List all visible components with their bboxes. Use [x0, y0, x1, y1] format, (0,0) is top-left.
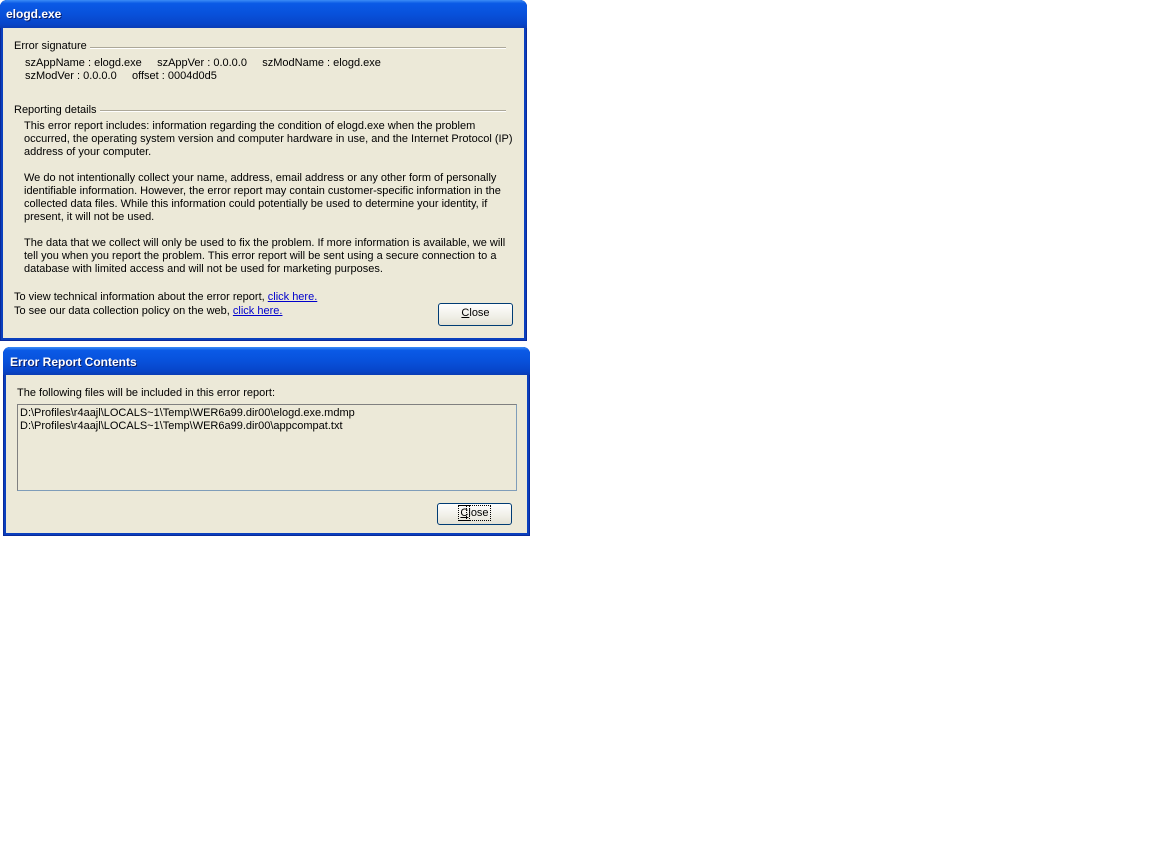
close-button[interactable]: Close: [437, 503, 512, 525]
details-paragraph-2: We do not intentionally collect your nam…: [24, 172, 501, 223]
technical-info-text: To view technical information about the …: [14, 291, 265, 303]
signature-line-2: szModVer : 0.0.0.0 offset : 0004d0d5: [25, 70, 217, 82]
dialog-client-area: Error signature szAppName : elogd.exe sz…: [3, 28, 524, 338]
group-divider: [100, 110, 506, 112]
group-divider: [90, 47, 506, 49]
error-signature-heading: Error signature: [14, 40, 87, 52]
dialog-title-bar[interactable]: elogd.exe: [0, 0, 527, 28]
dialog-client-area: The following files will be included in …: [6, 375, 527, 533]
policy-text: To see our data collection policy on the…: [14, 305, 230, 317]
policy-link[interactable]: click here.: [233, 305, 283, 317]
close-button-label: Close: [461, 307, 490, 319]
file-list-item[interactable]: D:\Profiles\r4aajl\LOCALS~1\Temp\WER6a99…: [20, 407, 355, 420]
details-paragraph-1: This error report includes: information …: [24, 120, 513, 158]
files-list[interactable]: D:\Profiles\r4aajl\LOCALS~1\Temp\WER6a99…: [17, 404, 517, 491]
technical-info-link[interactable]: click here.: [268, 291, 318, 303]
error-report-contents-dialog: Error Report Contents The following file…: [3, 347, 530, 536]
dialog-title: Error Report Contents: [10, 355, 137, 369]
technical-info-row: To view technical information about the …: [14, 291, 317, 303]
close-button[interactable]: Close: [438, 303, 513, 326]
dialog-title-bar[interactable]: Error Report Contents: [3, 347, 530, 375]
dialog-title: elogd.exe: [6, 7, 62, 21]
details-paragraph-3: The data that we collect will only be us…: [24, 237, 506, 275]
policy-row: To see our data collection policy on the…: [14, 305, 282, 317]
reporting-details-heading: Reporting details: [14, 104, 97, 116]
error-report-dialog: elogd.exe Error signature szAppName : el…: [0, 0, 527, 341]
file-list-item[interactable]: D:\Profiles\r4aajl\LOCALS~1\Temp\WER6a99…: [20, 420, 343, 433]
close-button-label: Close: [458, 505, 491, 521]
files-intro-text: The following files will be included in …: [17, 387, 276, 399]
signature-line-1: szAppName : elogd.exe szAppVer : 0.0.0.0…: [25, 57, 381, 69]
